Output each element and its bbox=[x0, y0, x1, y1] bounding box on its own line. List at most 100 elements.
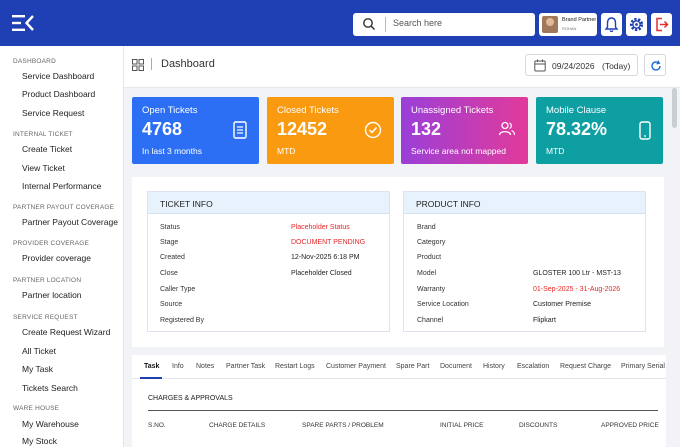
product-value-service-location: Customer Premise bbox=[533, 301, 591, 308]
search-input[interactable]: Search here bbox=[393, 18, 442, 28]
logout-button[interactable] bbox=[651, 13, 672, 36]
mobile-icon bbox=[639, 121, 651, 145]
user-profile[interactable]: Brand Partner ROHAN bbox=[539, 13, 597, 36]
sidebar-item-product-dashboard[interactable]: Product Dashboard bbox=[22, 89, 95, 99]
sidebar: DASHBOARD Service Dashboard Product Dash… bbox=[0, 46, 124, 447]
mobile-clause-card[interactable]: Mobile Clause 78.32% MTD bbox=[536, 97, 663, 164]
ticket-label-stage: Stage bbox=[160, 239, 179, 246]
tab-restart-logs[interactable]: Restart Logs bbox=[275, 363, 315, 370]
card-value: 12452 bbox=[277, 119, 328, 139]
ticket-info-box: TICKET INFO Status Placeholder Status St… bbox=[147, 191, 390, 332]
ticket-detail-panel: Task Info Notes Partner Task Restart Log… bbox=[132, 355, 666, 447]
sidebar-item-partner-payout-coverage[interactable]: Partner Payout Coverage bbox=[22, 217, 118, 227]
card-value: 78.32% bbox=[546, 119, 608, 139]
sidebar-item-internal-performance[interactable]: Internal Performance bbox=[22, 181, 101, 191]
tab-document[interactable]: Document bbox=[440, 363, 472, 370]
tab-request-charge[interactable]: Request Charge bbox=[560, 363, 611, 370]
tab-spare-part[interactable]: Spare Part bbox=[396, 363, 429, 370]
sidebar-item-view-ticket[interactable]: View Ticket bbox=[22, 163, 65, 173]
sidebar-item-create-ticket[interactable]: Create Ticket bbox=[22, 144, 72, 154]
column-header-charge-details: CHARGE DETAILS bbox=[209, 422, 266, 429]
search-icon[interactable] bbox=[362, 17, 376, 36]
tab-info[interactable]: Info bbox=[172, 363, 184, 370]
card-value: 132 bbox=[411, 119, 442, 139]
card-label: Open Tickets bbox=[142, 105, 198, 116]
ticket-value-close: Placeholder Closed bbox=[291, 270, 352, 277]
selected-date: 09/24/2026 bbox=[552, 61, 595, 71]
sidebar-item-service-request[interactable]: Service Request bbox=[22, 108, 84, 118]
sidebar-item-all-ticket[interactable]: All Ticket bbox=[22, 346, 56, 356]
sidebar-section-internal-ticket: INTERNAL TICKET bbox=[13, 131, 73, 138]
tab-task[interactable]: Task bbox=[144, 363, 159, 370]
sidebar-item-service-dashboard[interactable]: Service Dashboard bbox=[22, 71, 94, 81]
product-label-category: Category bbox=[417, 239, 446, 246]
product-info-box: PRODUCT INFO Brand Category Product Mode… bbox=[403, 191, 646, 332]
ticket-value-status: Placeholder Status bbox=[291, 224, 350, 231]
page-title: Dashboard bbox=[161, 58, 215, 70]
open-tickets-card[interactable]: Open Tickets 4768 In last 3 months bbox=[132, 97, 259, 164]
user-role: ROHAN bbox=[562, 26, 577, 31]
today-label: (Today) bbox=[602, 61, 631, 71]
tab-partner-task[interactable]: Partner Task bbox=[226, 363, 265, 370]
product-label-service-location: Service Location bbox=[417, 301, 469, 308]
settings-button[interactable] bbox=[626, 13, 647, 36]
sidebar-section-dashboard: DASHBOARD bbox=[13, 58, 56, 65]
ticket-label-caller-type: Caller Type bbox=[160, 286, 196, 293]
sidebar-item-tickets-search[interactable]: Tickets Search bbox=[22, 383, 78, 393]
sidebar-section-partner-payout: PARTNER PAYOUT COVERAGE bbox=[13, 204, 115, 211]
date-picker[interactable]: 09/24/2026 (Today) bbox=[525, 54, 638, 76]
avatar bbox=[542, 16, 558, 33]
card-label: Unassigned Tickets bbox=[411, 105, 494, 116]
sidebar-item-partner-location[interactable]: Partner location bbox=[22, 290, 82, 300]
ticket-label-created: Created bbox=[160, 254, 185, 261]
ticket-label-close: Close bbox=[160, 270, 178, 277]
sidebar-item-my-stock[interactable]: My Stock bbox=[22, 436, 57, 446]
search-box[interactable]: Search here bbox=[353, 13, 535, 36]
ticket-label-registered-by: Registered By bbox=[160, 317, 204, 324]
ticket-label-status: Status bbox=[160, 224, 180, 231]
sidebar-section-provider-coverage: PROVIDER COVERAGE bbox=[13, 240, 89, 247]
tab-customer-payment[interactable]: Customer Payment bbox=[326, 363, 386, 370]
section-divider bbox=[148, 410, 658, 411]
sidebar-item-my-task[interactable]: My Task bbox=[22, 364, 53, 374]
sidebar-item-my-warehouse[interactable]: My Warehouse bbox=[22, 419, 79, 429]
scrollbar[interactable] bbox=[672, 88, 677, 128]
gear-icon bbox=[629, 17, 644, 32]
document-icon bbox=[233, 121, 247, 144]
ticket-value-created: 12-Nov-2025 6:18 PM bbox=[291, 254, 360, 261]
active-tab-indicator bbox=[140, 377, 162, 379]
sidebar-item-provider-coverage[interactable]: Provider coverage bbox=[22, 253, 91, 263]
closed-tickets-card[interactable]: Closed Tickets 12452 MTD bbox=[267, 97, 394, 164]
calendar-icon bbox=[534, 59, 546, 77]
product-value-model: GLOSTER 100 Ltr - MST-13 bbox=[533, 270, 621, 277]
column-header-initial-price: INITIAL PRICE bbox=[440, 422, 484, 429]
sidebar-section-partner-location: PARTNER LOCATION bbox=[13, 277, 82, 284]
refresh-icon bbox=[651, 60, 661, 71]
grid-icon[interactable] bbox=[132, 58, 144, 76]
card-value: 4768 bbox=[142, 119, 183, 139]
menu-icon[interactable] bbox=[12, 14, 34, 32]
card-subtext: In last 3 months bbox=[142, 146, 203, 156]
top-bar: Search here Brand Partner ROHAN bbox=[0, 0, 680, 46]
product-label-product: Product bbox=[417, 254, 442, 261]
sidebar-item-create-request-wizard[interactable]: Create Request Wizard bbox=[22, 327, 110, 337]
tab-primary-serial[interactable]: Primary Serial bbox=[621, 363, 665, 370]
card-subtext: MTD bbox=[546, 146, 565, 156]
card-subtext: Service area not mapped bbox=[411, 146, 506, 156]
bell-icon bbox=[604, 17, 619, 33]
page-header: Dashboard 09/24/2026 (Today) bbox=[124, 46, 680, 88]
product-value-warranty: 01-Sep-2025 - 31-Aug-2026 bbox=[533, 286, 621, 293]
product-label-model: Model bbox=[417, 270, 437, 277]
product-value-channel: Flipkart bbox=[533, 317, 556, 324]
ticket-value-stage: DOCUMENT PENDING bbox=[291, 239, 366, 246]
tab-history[interactable]: History bbox=[483, 363, 505, 370]
unassigned-tickets-card[interactable]: Unassigned Tickets 132 Service area not … bbox=[401, 97, 528, 164]
tab-notes[interactable]: Notes bbox=[196, 363, 214, 370]
ticket-info-title: TICKET INFO bbox=[148, 192, 389, 214]
notifications-button[interactable] bbox=[601, 13, 622, 36]
refresh-button[interactable] bbox=[644, 54, 666, 76]
tab-escalation[interactable]: Escalation bbox=[517, 363, 549, 370]
card-label: Closed Tickets bbox=[277, 105, 339, 116]
sidebar-section-ware-house: WARE HOUSE bbox=[13, 405, 60, 412]
product-label-warranty: Warranty bbox=[417, 286, 446, 293]
